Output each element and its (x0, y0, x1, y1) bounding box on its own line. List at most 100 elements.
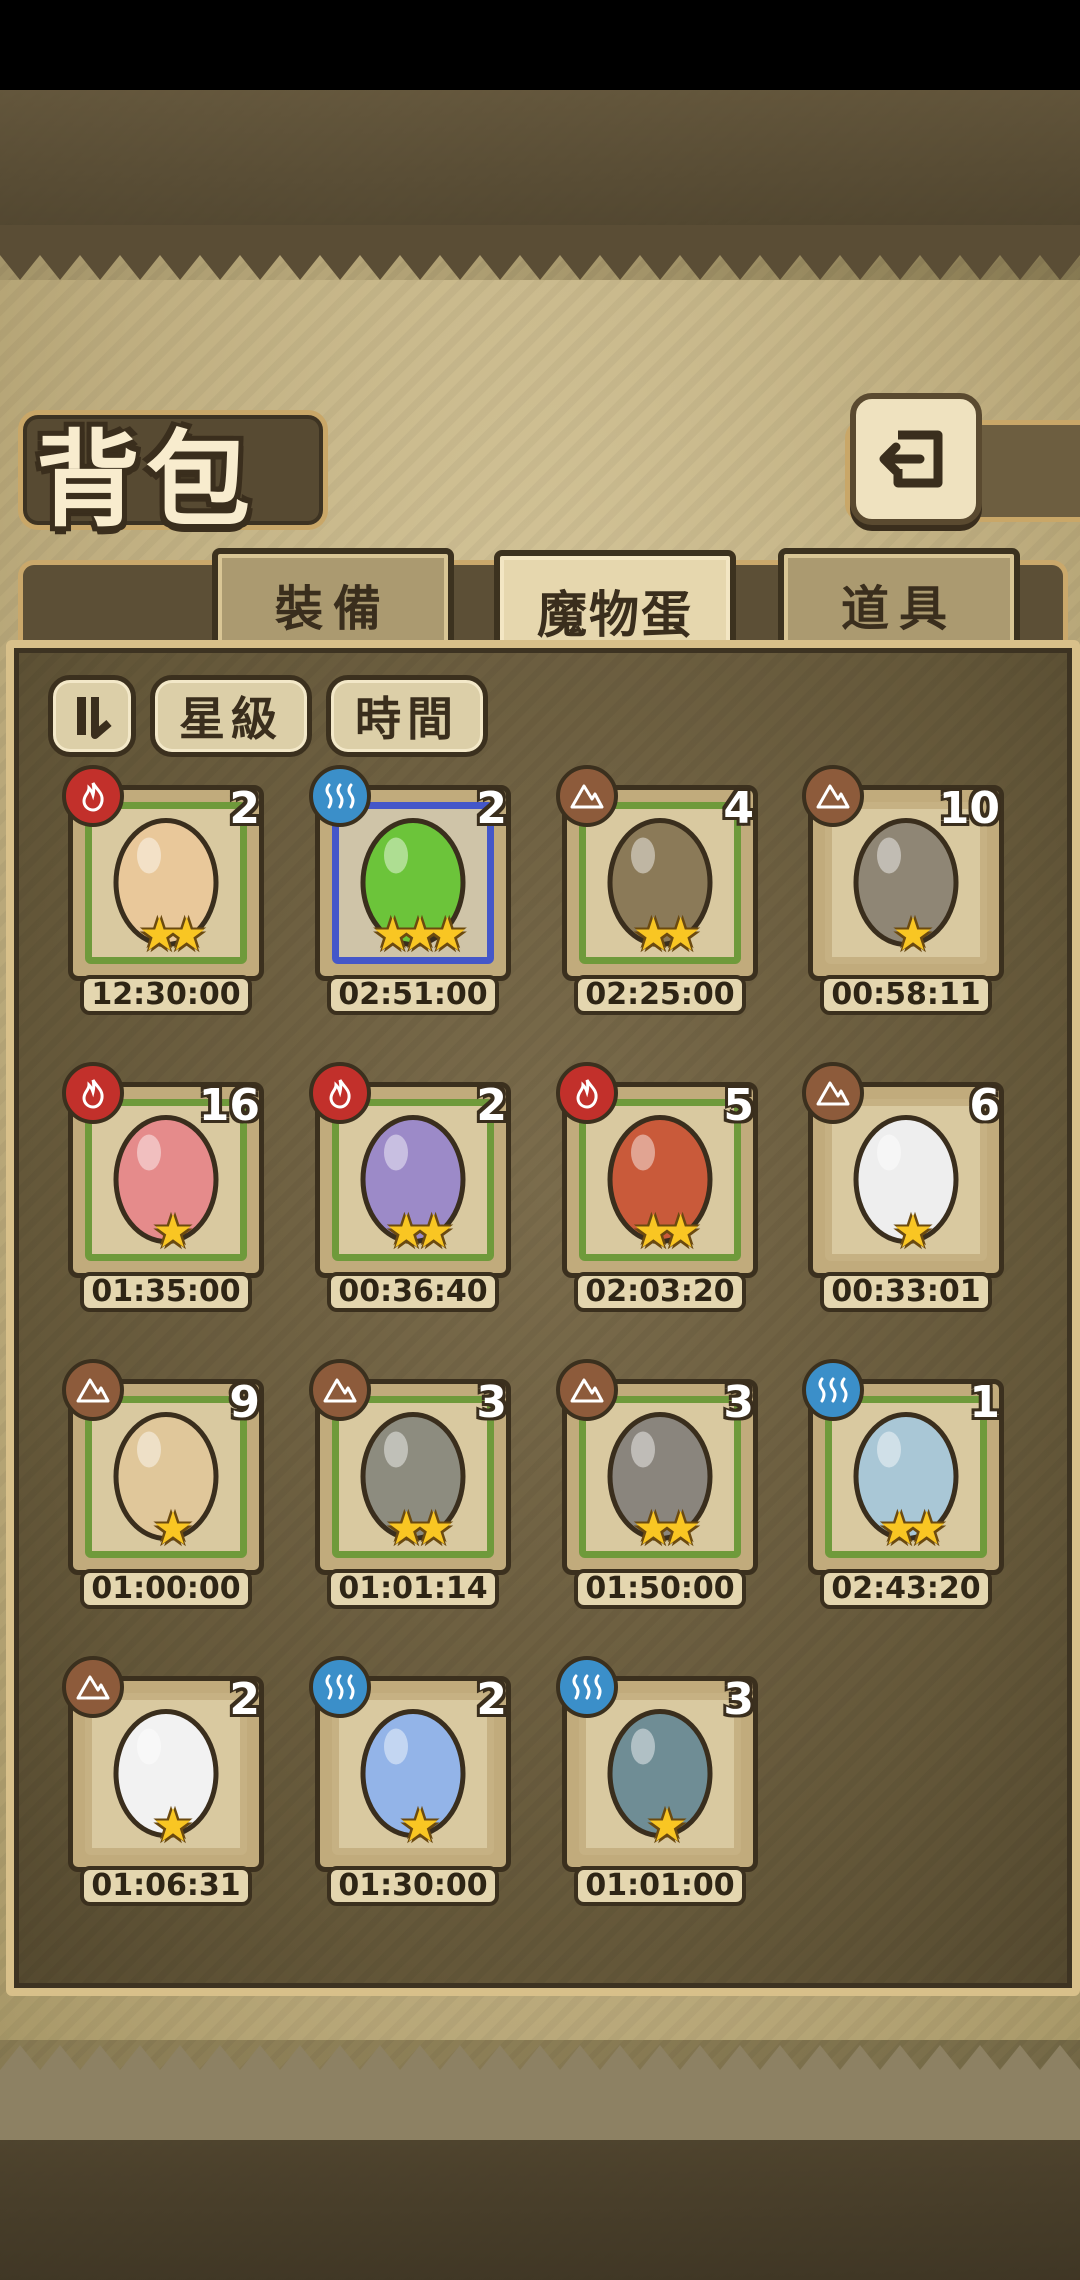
egg-slot[interactable]: ★ 16 01:35:00 (62, 1062, 272, 1312)
egg-card-inner: ★ (332, 1693, 494, 1855)
egg-star-rating: ★ (152, 1798, 193, 1852)
egg-hatch-timer: 01:50:00 (574, 1569, 746, 1609)
egg-star-rating: ★★ (632, 1501, 701, 1555)
egg-card-inner: ★★ (332, 1099, 494, 1261)
egg-hatch-timer: 01:01:14 (327, 1569, 499, 1609)
egg-card-inner: ★★ (85, 802, 247, 964)
sort-by-time-button[interactable]: 時間 (326, 675, 488, 757)
egg-count: 2 (476, 1080, 507, 1131)
egg-star-rating: ★ (399, 1798, 440, 1852)
egg-count: 3 (476, 1377, 507, 1428)
egg-count: 3 (723, 1377, 754, 1428)
zigzag-border-top (0, 225, 1080, 280)
status-bar (0, 0, 1080, 90)
egg-count: 6 (969, 1080, 1000, 1131)
egg-count: 2 (476, 1674, 507, 1725)
egg-slot[interactable]: ★★ 3 01:01:14 (309, 1359, 519, 1609)
egg-slot[interactable]: ★★ 2 12:30:00 (62, 765, 272, 1015)
fire-element-icon (309, 1062, 371, 1124)
egg-hatch-timer: 02:51:00 (327, 975, 499, 1015)
egg-star-rating: ★ (892, 907, 933, 961)
egg-slot[interactable]: ★★ 5 02:03:20 (556, 1062, 766, 1312)
egg-count: 4 (723, 783, 754, 834)
egg-hatch-timer: 01:30:00 (327, 1866, 499, 1906)
sort-toggle-icon (77, 697, 112, 739)
egg-count: 2 (229, 1674, 260, 1725)
egg-count: 2 (229, 783, 260, 834)
bottom-map-strip (0, 2140, 1080, 2280)
egg-slot[interactable]: ★★ 2 00:36:40 (309, 1062, 519, 1312)
fire-element-icon (62, 765, 124, 827)
egg-star-rating: ★★★ (372, 907, 468, 961)
egg-hatch-timer: 01:06:31 (80, 1866, 252, 1906)
earth-element-icon (802, 1062, 864, 1124)
egg-count: 1 (969, 1377, 1000, 1428)
egg-star-rating: ★ (646, 1798, 687, 1852)
egg-count: 3 (723, 1674, 754, 1725)
egg-count: 9 (229, 1377, 260, 1428)
egg-slot[interactable]: ★ 9 01:00:00 (62, 1359, 272, 1609)
earth-element-icon (556, 765, 618, 827)
water-element-icon (309, 1656, 371, 1718)
egg-hatch-timer: 02:43:20 (820, 1569, 992, 1609)
egg-star-rating: ★ (152, 1501, 193, 1555)
fire-element-icon (62, 1062, 124, 1124)
egg-hatch-timer: 02:03:20 (574, 1272, 746, 1312)
egg-star-rating: ★ (152, 1204, 193, 1258)
egg-slot[interactable]: ★ 2 01:06:31 (62, 1656, 272, 1906)
egg-hatch-timer: 01:35:00 (80, 1272, 252, 1312)
egg-hatch-timer: 01:01:00 (574, 1866, 746, 1906)
egg-card-inner: ★ (85, 1693, 247, 1855)
water-element-icon (556, 1656, 618, 1718)
egg-count: 16 (198, 1080, 260, 1131)
zigzag-border-bottom (0, 2045, 1080, 2140)
egg-card-inner: ★★ (825, 1396, 987, 1558)
egg-card-inner: ★ (825, 1099, 987, 1261)
egg-slot[interactable]: ★★ 4 02:25:00 (556, 765, 766, 1015)
egg-hatch-timer: 01:00:00 (80, 1569, 252, 1609)
egg-card-inner: ★ (579, 1693, 741, 1855)
earth-element-icon (802, 765, 864, 827)
water-element-icon (802, 1359, 864, 1421)
egg-star-rating: ★★ (878, 1501, 947, 1555)
egg-star-rating: ★★ (385, 1501, 454, 1555)
egg-hatch-timer: 00:58:11 (820, 975, 992, 1015)
water-element-icon (309, 765, 371, 827)
sort-order-toggle[interactable] (48, 675, 136, 757)
fire-element-icon (556, 1062, 618, 1124)
egg-star-rating: ★★ (632, 1204, 701, 1258)
egg-star-rating: ★ (892, 1204, 933, 1258)
egg-hatch-timer: 02:25:00 (574, 975, 746, 1015)
egg-slot[interactable]: ★★★ 2 02:51:00 (309, 765, 519, 1015)
sort-by-star-button[interactable]: 星級 (150, 675, 312, 757)
earth-element-icon (62, 1359, 124, 1421)
egg-hatch-timer: 00:33:01 (820, 1272, 992, 1312)
egg-hatch-timer: 00:36:40 (327, 1272, 499, 1312)
egg-star-rating: ★★ (138, 907, 207, 961)
egg-card-inner: ★★ (332, 1396, 494, 1558)
egg-slot[interactable]: ★ 10 00:58:11 (802, 765, 1012, 1015)
egg-star-rating: ★★ (632, 907, 701, 961)
egg-slot[interactable]: ★ 2 01:30:00 (309, 1656, 519, 1906)
egg-count: 2 (476, 783, 507, 834)
page-title: 背包 (36, 418, 257, 541)
earth-element-icon (556, 1359, 618, 1421)
egg-slot[interactable]: ★ 3 01:01:00 (556, 1656, 766, 1906)
egg-star-rating: ★★ (385, 1204, 454, 1258)
egg-card-inner: ★★ (579, 802, 741, 964)
earth-element-icon (62, 1656, 124, 1718)
earth-element-icon (309, 1359, 371, 1421)
top-map-strip (0, 90, 1080, 225)
egg-card-inner: ★★ (579, 1396, 741, 1558)
egg-hatch-timer: 12:30:00 (80, 975, 252, 1015)
return-arrow-icon (879, 430, 943, 488)
back-button[interactable] (850, 393, 982, 525)
egg-count: 5 (723, 1080, 754, 1131)
egg-slot[interactable]: ★★ 3 01:50:00 (556, 1359, 766, 1609)
egg-count: 10 (938, 783, 1000, 834)
egg-card-inner: ★★★ (332, 802, 494, 964)
egg-slot[interactable]: ★★ 1 02:43:20 (802, 1359, 1012, 1609)
egg-card-inner: ★★ (579, 1099, 741, 1261)
egg-slot[interactable]: ★ 6 00:33:01 (802, 1062, 1012, 1312)
egg-card-inner: ★ (85, 1396, 247, 1558)
